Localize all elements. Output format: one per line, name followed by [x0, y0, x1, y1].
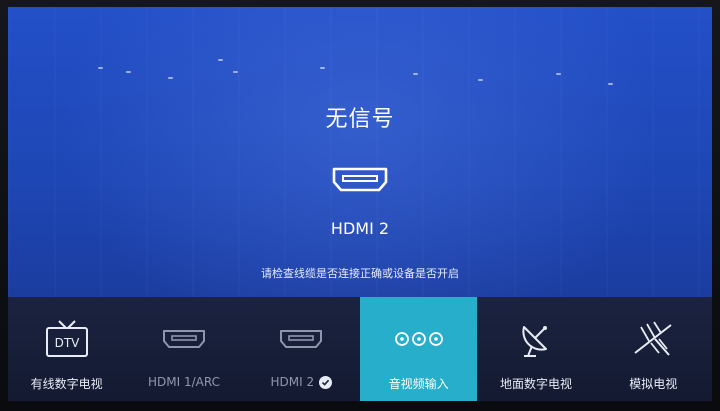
- screen-glint: [556, 73, 561, 75]
- source-selector-bar: DTV 有线数字电视 HDMI 1/ARC HDMI 2 音视频输入 地面数字电…: [8, 297, 712, 401]
- screen-glint: [320, 67, 325, 69]
- source-tile-hdmi1-arc[interactable]: HDMI 1/ARC: [125, 297, 242, 401]
- antenna-icon: [629, 317, 677, 361]
- satellite-dish-icon: [516, 317, 556, 361]
- hdmi-port-icon: [161, 317, 207, 361]
- source-label: HDMI 1/ARC: [148, 375, 220, 389]
- source-label: 有线数字电视: [30, 377, 103, 391]
- check-circle-icon: [319, 375, 333, 389]
- screen-glint: [608, 83, 613, 85]
- source-label: 模拟电视: [629, 377, 678, 391]
- source-tile-analog-tv[interactable]: 模拟电视: [595, 297, 712, 401]
- dtv-tv-icon: DTV: [44, 317, 90, 361]
- no-signal-title: 无信号: [325, 107, 395, 132]
- screen-glint: [126, 71, 131, 73]
- source-tile-cable-dtv[interactable]: DTV 有线数字电视: [8, 297, 125, 401]
- source-tile-terrestrial-dtv[interactable]: 地面数字电视: [477, 297, 594, 401]
- source-tile-av-input[interactable]: 音视频输入: [359, 297, 478, 401]
- av-jacks-icon: [394, 317, 444, 361]
- screen-glint: [218, 59, 223, 61]
- current-source-name: HDMI 2: [330, 219, 390, 238]
- screen-glint: [413, 73, 418, 75]
- source-tile-hdmi2[interactable]: HDMI 2: [243, 297, 360, 401]
- screen-glint: [168, 77, 173, 79]
- source-label: 音视频输入: [388, 377, 449, 391]
- screen-glint: [233, 71, 238, 73]
- screen-glint: [478, 79, 483, 81]
- connection-hint: 请检查线缆是否连接正确或设备是否开启: [261, 267, 459, 280]
- hdmi-port-icon: [278, 317, 324, 361]
- dtv-icon-text: DTV: [54, 336, 80, 350]
- hdmi-port-icon: [330, 165, 390, 199]
- screen-glint: [98, 67, 103, 69]
- source-label: 地面数字电视: [499, 377, 572, 391]
- tv-screen: 无信号 HDMI 2 请检查线缆是否连接正确或设备是否开启 DTV 有线数字电视: [8, 7, 712, 401]
- source-label: HDMI 2: [270, 375, 315, 389]
